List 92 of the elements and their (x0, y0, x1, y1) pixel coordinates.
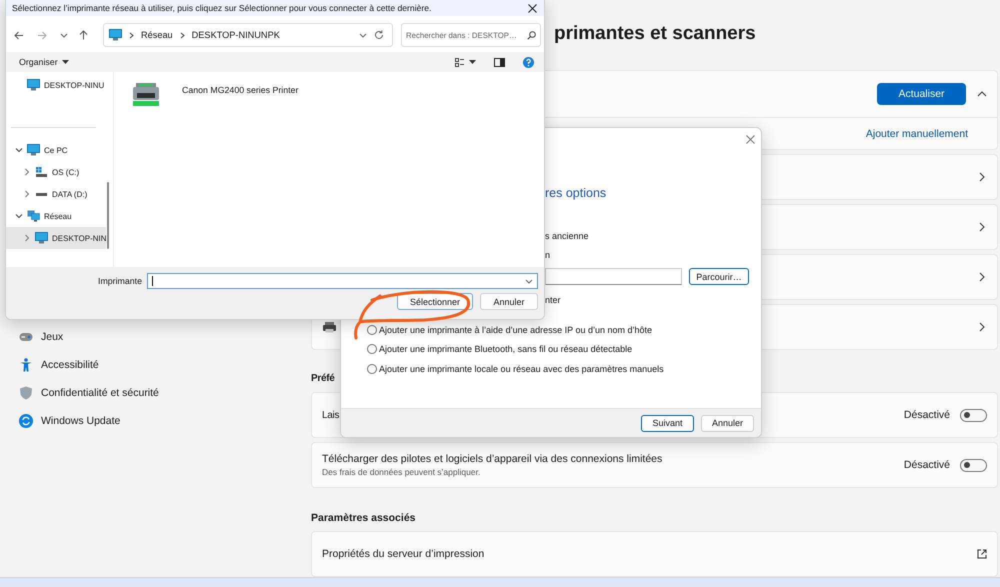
printer-name-field[interactable] (147, 273, 538, 289)
field-label: Imprimante (98, 276, 142, 286)
printer-icon (323, 322, 336, 332)
printer-icon (132, 82, 160, 108)
sidebar-label: Jeux (41, 331, 64, 343)
section-heading: Préfé (311, 373, 336, 386)
tree-item[interactable]: DESKTOP-NINU (6, 74, 106, 96)
option-text: nter (545, 295, 561, 307)
sidebar-label: Accessibilité (41, 359, 99, 371)
scrollbar[interactable] (107, 182, 109, 249)
computer-icon (27, 79, 40, 91)
tree-item[interactable]: DATA (D:) (6, 183, 106, 205)
radio-option[interactable]: Ajouter une imprimante Bluetooth, sans fil ou réseau détectable (367, 340, 761, 359)
radio-option[interactable]: Ajouter une imprimante à l’aide d’une adresse IP ou d’un nom d’hôte (367, 320, 761, 340)
organize-menu[interactable]: Organiser (19, 57, 69, 67)
toggle-state: Désactivé (904, 459, 950, 471)
chevron-down-icon[interactable] (359, 32, 367, 38)
refresh-button[interactable]: Actualiser (877, 83, 966, 105)
sidebar-item[interactable]: Accessibilité (0, 351, 311, 379)
caret-icon[interactable] (469, 60, 476, 64)
add-manually-link[interactable]: Ajouter manuellement (866, 128, 968, 140)
back-icon[interactable] (14, 30, 24, 40)
chevron-down-icon[interactable] (60, 32, 68, 38)
network-icon (27, 210, 40, 222)
option-text: n (545, 250, 550, 262)
chevron-right-icon[interactable] (180, 32, 185, 38)
tree-item[interactable]: Ce PC (6, 139, 106, 161)
path-field[interactable] (545, 268, 682, 285)
shield-icon (18, 386, 34, 400)
up-icon[interactable] (79, 30, 88, 40)
chevron-right-icon (979, 322, 985, 332)
radio-button[interactable] (367, 344, 377, 354)
preview-pane-icon[interactable] (494, 58, 505, 66)
page-title: primantes et scanners (554, 23, 756, 45)
chevron-right-icon[interactable] (129, 32, 134, 38)
chevron-icon[interactable] (23, 190, 31, 198)
sidebar-item[interactable]: Confidentialité et sécurité (0, 379, 311, 407)
toggle-switch[interactable] (960, 408, 987, 422)
tree-item[interactable]: OS (C:) (6, 161, 106, 183)
search-icon (527, 30, 536, 40)
chevron-right-icon (979, 172, 985, 182)
radio-button[interactable] (367, 324, 377, 335)
computer-icon (109, 29, 122, 41)
sidebar-item[interactable]: Jeux (0, 323, 311, 351)
dialog-title: Sélectionnez l’imprimante réseau à utiliser, puis cliquez sur Sélectionner pour vous connecter à cette dernière. (12, 3, 432, 13)
radio-button[interactable] (367, 364, 377, 374)
chevron-icon[interactable] (15, 212, 23, 220)
computer-icon (35, 232, 48, 244)
accessibility-icon (18, 358, 34, 372)
sidebar-item[interactable]: Windows Update (0, 407, 311, 435)
dialog-button[interactable]: Annuler (480, 293, 538, 310)
tree-item[interactable]: Réseau (6, 205, 106, 227)
toggle-switch[interactable] (960, 458, 987, 472)
browse-button[interactable]: Parcourir… (689, 268, 749, 285)
option-text: s ancienne (545, 231, 589, 243)
refresh-icon[interactable] (374, 30, 384, 40)
dialog-button[interactable]: Suivant (641, 414, 694, 432)
toggle-state: Désactivé (904, 409, 950, 421)
dialog-button[interactable]: Annuler (701, 414, 754, 432)
dialog-heading: res options (545, 186, 606, 202)
printer-item[interactable]: Canon MG2400 series Printer (132, 82, 298, 108)
close-icon[interactable] (528, 4, 537, 12)
section-heading: Paramètres associés (311, 512, 416, 526)
sidebar-label: Windows Update (41, 415, 120, 427)
external-link-icon (977, 549, 987, 559)
breadcrumb[interactable]: Réseau (141, 30, 173, 40)
radio-label: Ajouter une imprimante Bluetooth, sans fil ou réseau détectable (379, 344, 632, 354)
radio-option[interactable]: Ajouter une imprimante locale ou réseau avec des paramètres manuels (367, 359, 761, 378)
chevron-right-icon (979, 222, 985, 232)
drive-icon (35, 166, 48, 178)
view-options-icon[interactable] (455, 58, 465, 66)
sidebar-label: Confidentialité et sécurité (41, 387, 159, 399)
related-setting-row[interactable]: Propriétés du serveur d’impression (311, 531, 998, 577)
computer-icon (27, 144, 40, 156)
tree-item[interactable]: DESKTOP-NIN (6, 227, 106, 249)
breadcrumb[interactable]: DESKTOP-NINUNPK (192, 30, 280, 40)
setting-description: Des frais de données peuvent s’appliquer. (322, 467, 482, 477)
radio-label: Ajouter une imprimante à l’aide d’une adresse IP ou d’un nom d’hôte (379, 324, 652, 335)
gamepad-icon (18, 332, 34, 342)
caret-icon (62, 60, 69, 64)
radio-label: Ajouter une imprimante locale ou réseau avec des paramètres manuels (379, 364, 664, 374)
chevron-right-icon (979, 272, 985, 282)
setting-label: Télécharger des pilotes et logiciels d’appareil via des connexions limitées (322, 453, 662, 465)
chevron-down-icon (525, 278, 533, 284)
setting-label: Lais (322, 410, 340, 420)
chevron-icon[interactable] (15, 146, 23, 154)
update-icon (18, 414, 34, 428)
help-icon[interactable] (523, 56, 534, 68)
chevron-up-icon[interactable] (977, 91, 987, 97)
address-bar[interactable]: Réseau DESKTOP-NINUNPK (103, 23, 393, 47)
setting-label: Propriétés du serveur d’impression (322, 548, 484, 560)
chevron-icon[interactable] (23, 168, 31, 176)
